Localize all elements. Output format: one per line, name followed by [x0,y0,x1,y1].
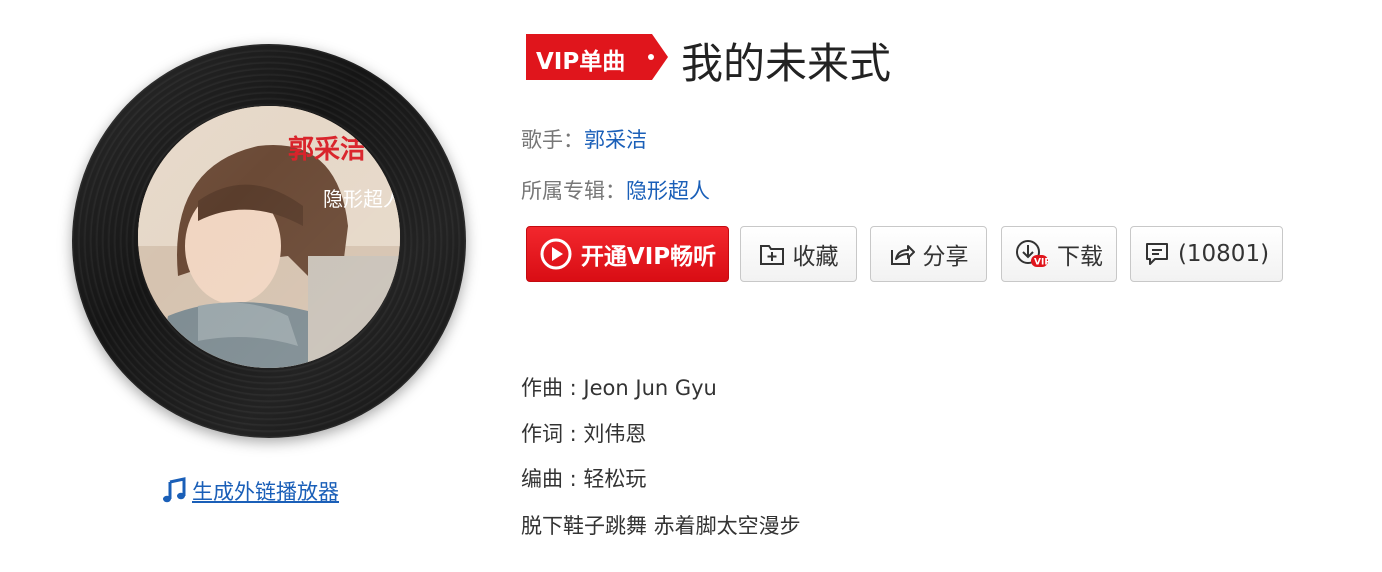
music-note-icon [163,477,186,503]
album-link[interactable]: 隐形超人 [626,179,710,203]
player-link-text[interactable]: 生成外链播放器 [192,476,339,506]
favorite-button[interactable]: 收藏 [740,226,857,282]
vip-listen-button[interactable]: 开通VIP畅听 [526,226,729,282]
comments-button[interactable]: (10801) [1130,226,1283,282]
album-cover-art: 郭采洁 隐形超人 [138,106,400,368]
vip-listen-label: 开通VIP畅听 [580,244,717,270]
singer-label: 歌手： [521,128,584,152]
download-label: 下载 [1057,244,1103,270]
comment-icon [1145,243,1168,265]
album-row: 所属专辑：隐形超人 [521,175,710,205]
vinyl-record: 郭采洁 隐形超人 [72,44,466,438]
first-lyric-line: 脱下鞋子跳舞 赤着脚太空漫步 [521,514,801,538]
lyricist-credit: 作词 : 刘伟恩 [521,422,647,446]
cover-album-text: 隐形超人 [323,187,400,211]
arranger-credit: 编曲 : 轻松玩 [521,467,647,491]
share-icon [890,245,915,265]
download-vip-icon: VIP [1016,240,1049,268]
song-title: 我的未来式 [681,39,892,88]
comments-count: (10801) [1177,241,1270,267]
album-label: 所属专辑： [521,179,626,203]
vip-single-tag: VIP单曲 [526,34,668,80]
generate-player-link[interactable]: 生成外链播放器 [160,476,339,506]
album-cover: 郭采洁 隐形超人 [138,106,400,368]
folder-plus-icon [759,245,784,265]
svg-text:VIP: VIP [1034,258,1049,268]
singer-row: 歌手：郭采洁 [521,124,647,154]
favorite-label: 收藏 [792,244,839,270]
vip-tag-label: VIP单曲 [536,49,626,75]
singer-link[interactable]: 郭采洁 [584,128,647,152]
download-button[interactable]: VIP 下载 [1001,226,1117,282]
share-button[interactable]: 分享 [870,226,987,282]
play-circle-icon [540,238,572,270]
share-label: 分享 [922,244,969,270]
composer-credit: 作曲 : Jeon Jun Gyu [521,376,717,400]
cover-artist-text: 郭采洁 [288,135,366,165]
